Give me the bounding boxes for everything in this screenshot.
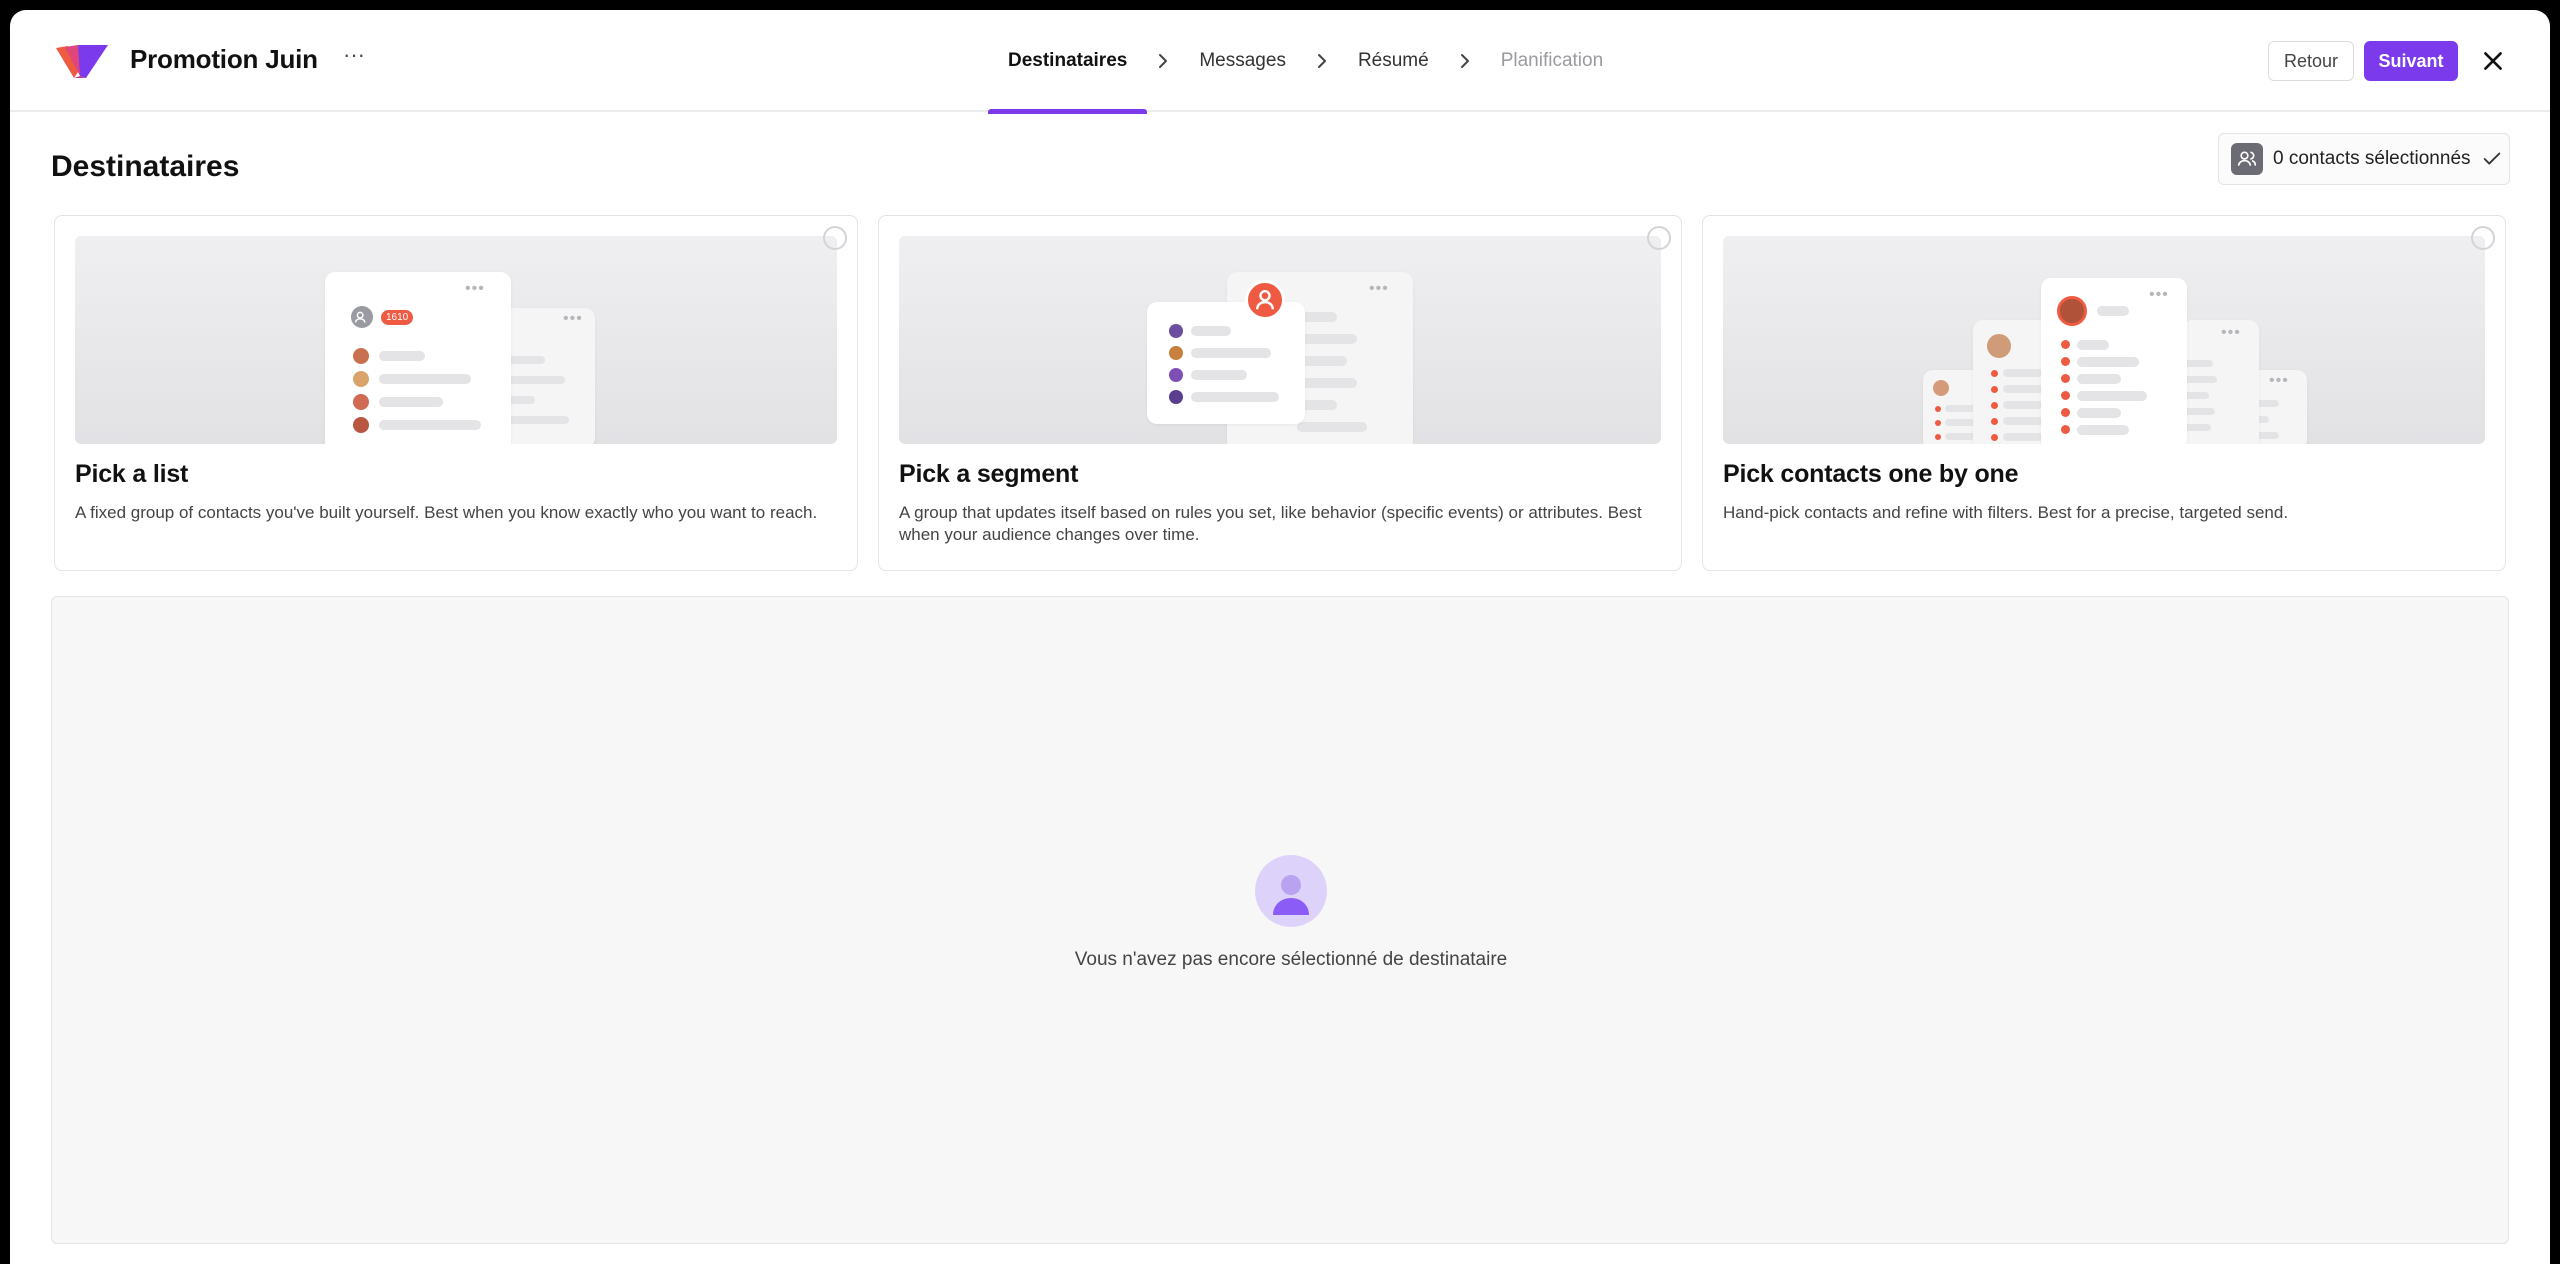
top-bar: Promotion Juin ··· Destinataires Message… bbox=[10, 10, 2550, 114]
avatar bbox=[1933, 380, 1949, 396]
dots-icon: ••• bbox=[465, 280, 485, 297]
pick-contacts-card[interactable]: ••• ••• ••• Pick contacts one by one Han… bbox=[1702, 215, 2506, 571]
users-icon bbox=[2231, 143, 2263, 175]
illustration-card-back: ••• bbox=[2183, 320, 2259, 444]
back-button[interactable]: Retour bbox=[2268, 41, 2354, 81]
selected-contacts-label: 0 contacts sélectionnés bbox=[2273, 148, 2471, 169]
avatar bbox=[1169, 368, 1183, 382]
avatar bbox=[1169, 324, 1183, 338]
select-radio[interactable] bbox=[2471, 226, 2495, 250]
step-messages[interactable]: Messages bbox=[1179, 10, 1306, 112]
card-title: Pick a list bbox=[75, 460, 189, 488]
step-label: Résumé bbox=[1357, 50, 1429, 71]
card-title: Pick a segment bbox=[899, 460, 1079, 488]
select-radio[interactable] bbox=[1647, 226, 1671, 250]
dots-icon: ••• bbox=[563, 310, 583, 327]
avatar bbox=[1987, 334, 2011, 358]
avatar bbox=[1169, 346, 1183, 360]
section-title: Destinataires bbox=[51, 150, 240, 183]
avatar bbox=[353, 417, 369, 433]
app-window: Promotion Juin ··· Destinataires Message… bbox=[10, 10, 2550, 1264]
avatar bbox=[353, 394, 369, 410]
user-icon bbox=[1255, 855, 1327, 927]
count-badge: 1610 bbox=[381, 310, 414, 325]
step-label: Planification bbox=[1500, 50, 1604, 71]
selected-contacts-button[interactable]: 0 contacts sélectionnés bbox=[2218, 133, 2510, 185]
illustration-card-front: ••• 1610 bbox=[325, 272, 511, 444]
list-illustration: ••• ••• 1610 bbox=[75, 236, 837, 444]
illustration-card-front bbox=[1147, 302, 1305, 424]
step-label: Messages bbox=[1199, 50, 1286, 71]
avatar bbox=[353, 371, 369, 387]
card-title: Pick contacts one by one bbox=[1723, 460, 2019, 488]
users-icon bbox=[351, 306, 373, 328]
step-label: Destinataires bbox=[1008, 50, 1128, 71]
avatar bbox=[1169, 390, 1183, 404]
next-button[interactable]: Suivant bbox=[2364, 41, 2458, 81]
chevron-right-icon bbox=[1159, 54, 1168, 68]
segment-illustration: ••• bbox=[899, 236, 1661, 444]
dots-icon: ••• bbox=[1369, 280, 1389, 297]
empty-state-text: Vous n'avez pas encore sélectionné de de… bbox=[1074, 949, 1508, 970]
pick-segment-card[interactable]: ••• Pick a segment A group that updates … bbox=[878, 215, 1682, 571]
app-title: Promotion Juin bbox=[130, 44, 318, 74]
more-options-button[interactable]: ··· bbox=[340, 44, 368, 74]
avatar bbox=[353, 348, 369, 364]
pick-list-card[interactable]: ••• ••• 1610 Pick a list A fixed group o… bbox=[54, 215, 858, 571]
chevron-right-icon bbox=[1317, 54, 1326, 68]
illustration-card-front: ••• bbox=[2041, 278, 2187, 444]
chevron-right-icon bbox=[1460, 54, 1469, 68]
check-icon bbox=[2483, 152, 2500, 165]
close-icon[interactable] bbox=[2480, 48, 2506, 74]
dots-icon: ••• bbox=[2149, 286, 2169, 303]
step-resume[interactable]: Résumé bbox=[1338, 10, 1449, 112]
brand-logo-icon bbox=[56, 45, 108, 78]
dots-icon: ••• bbox=[2221, 324, 2241, 341]
card-description: A group that updates itself based on rul… bbox=[899, 503, 1642, 544]
dots-icon: ••• bbox=[2269, 372, 2289, 389]
user-icon bbox=[1245, 280, 1285, 320]
card-description: Hand-pick contacts and refine with filte… bbox=[1723, 503, 2289, 522]
recipients-empty-state: Vous n'avez pas encore sélectionné de de… bbox=[51, 596, 2509, 1244]
select-radio[interactable] bbox=[823, 226, 847, 250]
stepper: Destinataires Messages Résumé Planificat… bbox=[988, 10, 1623, 114]
card-description: A fixed group of contacts you've built y… bbox=[75, 503, 818, 522]
avatar bbox=[2057, 296, 2087, 326]
step-destinataires[interactable]: Destinataires bbox=[988, 10, 1148, 114]
contacts-illustration: ••• ••• ••• bbox=[1723, 236, 2485, 444]
step-planification[interactable]: Planification bbox=[1481, 10, 1623, 112]
